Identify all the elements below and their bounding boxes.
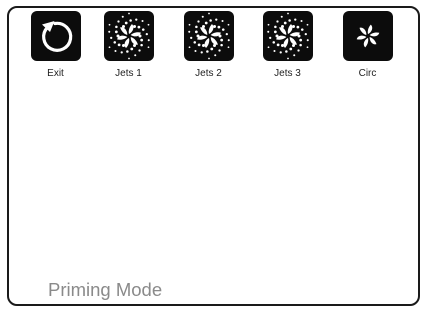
jets-1-tile: Jets 1 xyxy=(97,11,160,80)
jets-1-label: Jets 1 xyxy=(115,68,142,79)
jets-1-button[interactable] xyxy=(103,11,154,61)
exit-button[interactable] xyxy=(30,11,81,61)
jets-3-button[interactable] xyxy=(262,11,313,61)
circulation-pump-icon xyxy=(356,24,379,48)
jets-2-button[interactable] xyxy=(183,11,234,61)
jets-3-label: Jets 3 xyxy=(274,68,301,79)
circ-button[interactable] xyxy=(342,11,393,61)
mode-status-label: Priming Mode xyxy=(48,279,163,300)
back-arrow-icon xyxy=(41,21,72,52)
circ-tile: Circ xyxy=(336,11,399,80)
jets-swirl-icon xyxy=(187,12,230,60)
exit-label: Exit xyxy=(47,68,64,79)
jets-2-label: Jets 2 xyxy=(195,68,222,79)
jets-3-tile: Jets 3 xyxy=(256,11,319,80)
exit-tile: Exit xyxy=(24,11,87,80)
jets-2-tile: Jets 2 xyxy=(177,11,240,80)
jets-swirl-icon xyxy=(266,12,309,60)
jets-swirl-icon xyxy=(107,12,150,60)
circ-label: Circ xyxy=(358,68,377,79)
